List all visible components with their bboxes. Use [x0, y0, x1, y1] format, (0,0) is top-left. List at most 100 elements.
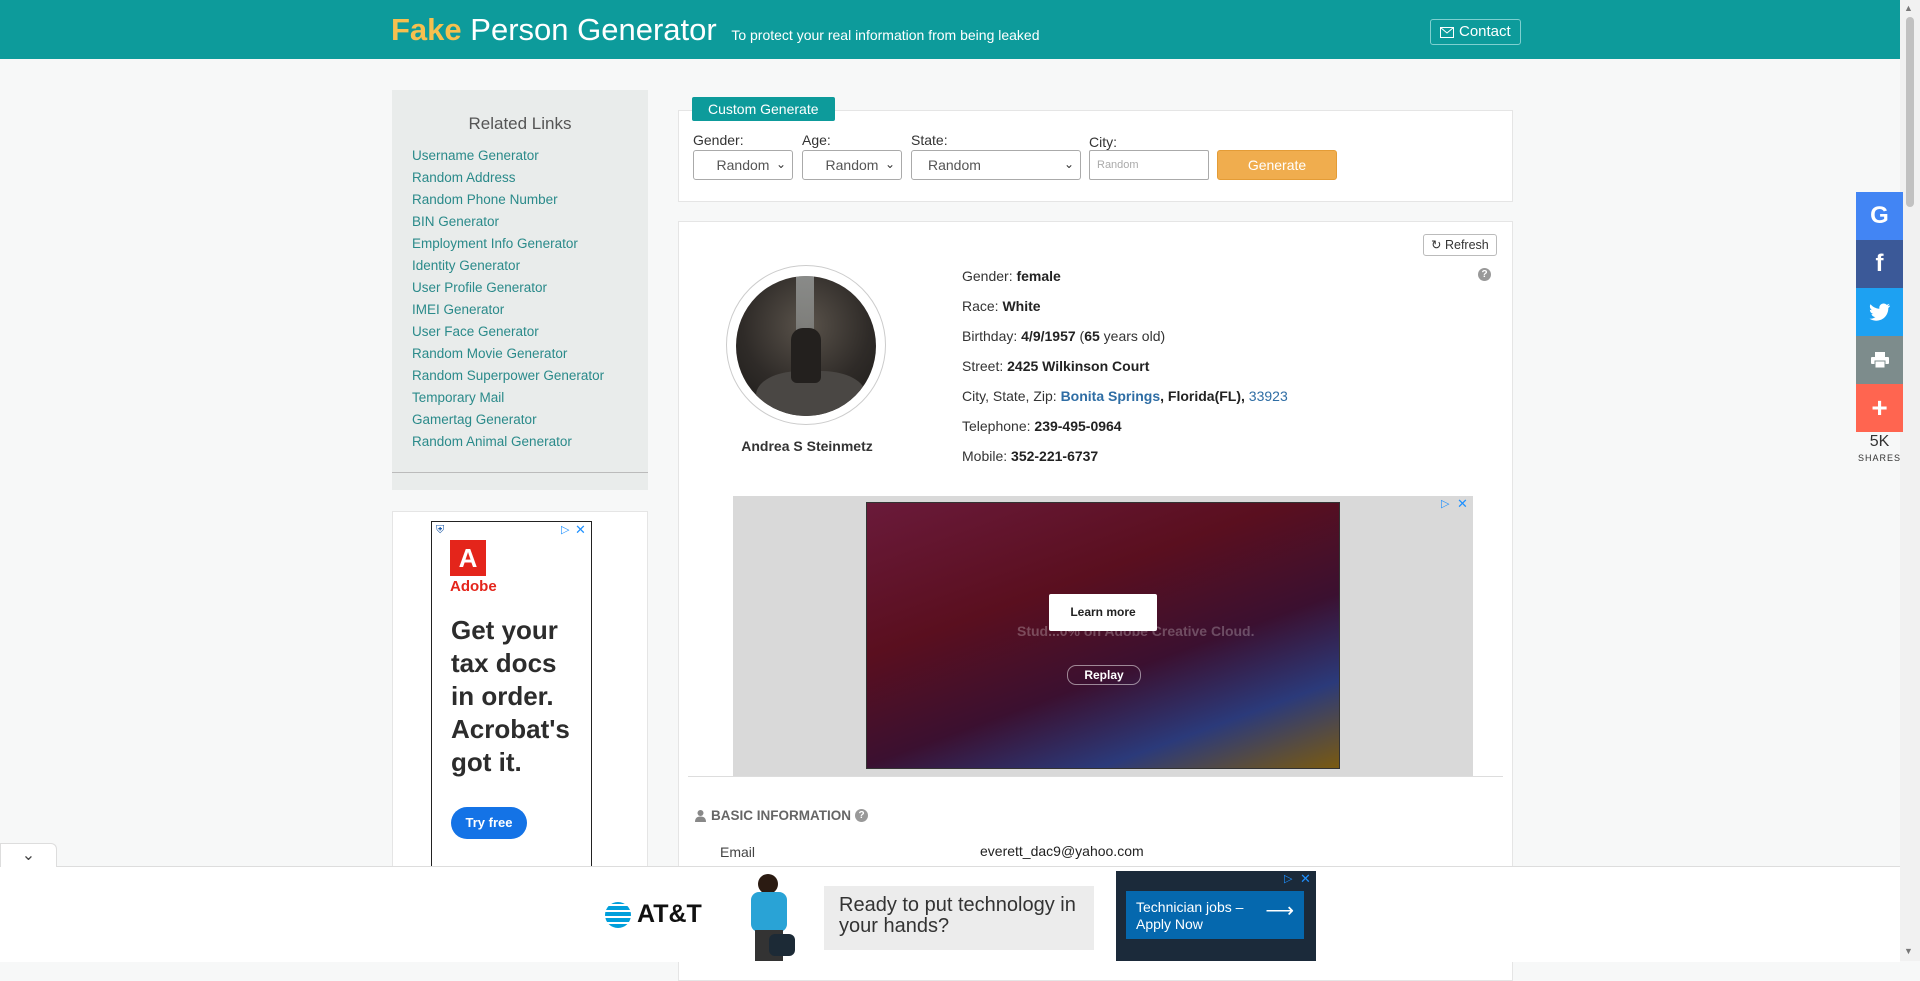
help-icon[interactable]: ? — [1478, 268, 1491, 281]
age-suffix: years old — [1103, 328, 1161, 344]
ad-close-icon[interactable]: ✕ — [1300, 871, 1311, 887]
facebook-share-icon[interactable]: f — [1856, 240, 1903, 288]
related-link[interactable]: Random Address — [412, 167, 604, 189]
learn-more-button[interactable]: Learn more — [1049, 594, 1157, 631]
custom-generate-tab[interactable]: Custom Generate — [692, 97, 835, 121]
twitter-share-icon[interactable] — [1856, 288, 1903, 336]
race-row: Race: White — [962, 298, 1041, 314]
sidebar-divider — [392, 472, 648, 473]
age-value: 65 — [1084, 328, 1100, 344]
adchoices-icon[interactable]: ▷ — [1284, 872, 1292, 885]
refresh-button[interactable]: ↻ Refresh — [1423, 234, 1497, 256]
gender-row: Gender: female — [962, 268, 1061, 284]
related-link[interactable]: Random Animal Generator — [412, 431, 604, 453]
avatar — [736, 276, 876, 416]
att-logo: AT&T — [605, 900, 702, 929]
chevron-down-icon: ⌄ — [775, 157, 786, 171]
zip-link[interactable]: 33923 — [1249, 388, 1288, 404]
chevron-down-icon: ⌄ — [884, 157, 895, 171]
birthday-row: Birthday: 4/9/1957 (65 years old) — [962, 328, 1166, 344]
related-link[interactable]: Employment Info Generator — [412, 233, 604, 255]
birthday-row-label: Birthday: — [962, 328, 1018, 344]
ad-headline: Get your tax docs in order. Acrobat's go… — [451, 615, 570, 777]
related-links-title: Related Links — [468, 114, 572, 133]
scroll-down-arrow[interactable]: ▼ — [1904, 946, 1913, 956]
sidebar-ad-container: ⛨ ▷ ✕ A Adobe Get your tax docs in order… — [392, 511, 648, 893]
refresh-label: Refresh — [1444, 238, 1489, 252]
adchoices-icon[interactable]: ▷ — [1441, 497, 1449, 510]
envelope-icon — [1440, 26, 1454, 38]
telephone-value: 239-495-0964 — [1034, 418, 1122, 434]
arrow-right-icon: ⟶ — [1265, 900, 1294, 922]
csz-row-label: City, State, Zip: — [962, 388, 1057, 404]
help-icon[interactable]: ? — [855, 809, 868, 822]
logo-fake-word: Fake — [391, 12, 462, 47]
related-link[interactable]: Gamertag Generator — [412, 409, 604, 431]
gender-row-label: Gender: — [962, 268, 1013, 284]
gender-select[interactable]: Random ⌄ — [693, 150, 793, 180]
site-logo[interactable]: Fake Person Generator To protect your re… — [391, 12, 1040, 48]
city-link[interactable]: Bonita Springs — [1061, 388, 1161, 404]
related-link[interactable]: Random Movie Generator — [412, 343, 604, 365]
att-globe-icon — [605, 901, 631, 928]
birthday-value: 4/9/1957 — [1021, 328, 1076, 344]
google-share-icon[interactable]: G — [1856, 192, 1903, 240]
related-link[interactable]: Username Generator — [412, 145, 604, 167]
technician-image — [741, 874, 799, 961]
att-message: Ready to put technology in your hands? — [824, 886, 1094, 950]
mobile-row: Mobile: 352-221-6737 — [962, 448, 1098, 464]
more-share-icon[interactable]: + — [1856, 384, 1903, 432]
race-row-label: Race: — [962, 298, 999, 314]
att-brand: AT&T — [637, 900, 702, 928]
related-link[interactable]: BIN Generator — [412, 211, 604, 233]
state-select-value: Random — [928, 157, 981, 173]
contact-button[interactable]: Contact — [1430, 19, 1521, 45]
chevron-down-icon: ⌄ — [1063, 157, 1074, 171]
related-link[interactable]: User Profile Generator — [412, 277, 604, 299]
ad-privacy-icon[interactable]: ⛨ — [436, 524, 444, 537]
video-ad-player[interactable]: Stud...0% on Adobe Creative Cloud. — [866, 502, 1340, 769]
try-free-button[interactable]: Try free — [451, 807, 527, 839]
mobile-value: 352-221-6737 — [1011, 448, 1099, 464]
street-row-label: Street: — [962, 358, 1004, 374]
telephone-row: Telephone: 239-495-0964 — [962, 418, 1122, 434]
adobe-logo-icon: A — [450, 540, 486, 576]
basic-info-title: BASIC INFORMATION — [711, 808, 851, 823]
contact-label: Contact — [1459, 23, 1511, 40]
related-link[interactable]: IMEI Generator — [412, 299, 604, 321]
ad-close-icon[interactable]: ✕ — [575, 522, 586, 538]
email-value: everett_dac9@yahoo.com — [980, 843, 1144, 859]
street-row: Street: 2425 Wilkinson Court — [962, 358, 1149, 374]
state-select[interactable]: Random ⌄ — [911, 150, 1081, 180]
related-link[interactable]: User Face Generator — [412, 321, 604, 343]
att-apply-button[interactable]: Technician jobs – Apply Now ⟶ — [1126, 891, 1304, 939]
related-link[interactable]: Random Superpower Generator — [412, 365, 604, 387]
gender-value: female — [1016, 268, 1061, 284]
ad-close-icon[interactable]: ✕ — [1457, 496, 1468, 512]
age-select-value: Random — [825, 157, 879, 173]
scroll-up-arrow[interactable]: ▲ — [1904, 3, 1913, 13]
state-label: State: — [911, 132, 948, 148]
telephone-row-label: Telephone: — [962, 418, 1031, 434]
gender-select-value: Random — [716, 157, 770, 173]
basic-info-heading: BASIC INFORMATION ? — [694, 808, 868, 823]
share-label: SHARES — [1857, 453, 1901, 463]
age-select[interactable]: Random ⌄ — [802, 150, 902, 180]
ad-brand: Adobe — [450, 578, 497, 595]
user-icon — [695, 810, 706, 822]
generate-button[interactable]: Generate — [1217, 150, 1337, 180]
related-link[interactable]: Random Phone Number — [412, 189, 604, 211]
logo-rest: Person Generator — [470, 12, 717, 47]
replay-button[interactable]: Replay — [1067, 665, 1141, 685]
chevron-down-icon[interactable]: ⌄ — [0, 843, 57, 867]
related-link[interactable]: Temporary Mail — [412, 387, 604, 409]
att-cta-label: Technician jobs – Apply Now — [1136, 899, 1244, 932]
adchoices-icon[interactable]: ▷ — [561, 523, 569, 536]
street-value: 2425 Wilkinson Court — [1007, 358, 1150, 374]
scrollbar-thumb[interactable] — [1906, 17, 1914, 207]
print-icon[interactable] — [1856, 336, 1903, 384]
related-links-list: Username Generator Random Address Random… — [412, 145, 604, 453]
adobe-ad[interactable]: ⛨ ▷ ✕ A Adobe Get your tax docs in order… — [431, 521, 592, 893]
city-input[interactable]: Random — [1089, 150, 1209, 180]
related-link[interactable]: Identity Generator — [412, 255, 604, 277]
